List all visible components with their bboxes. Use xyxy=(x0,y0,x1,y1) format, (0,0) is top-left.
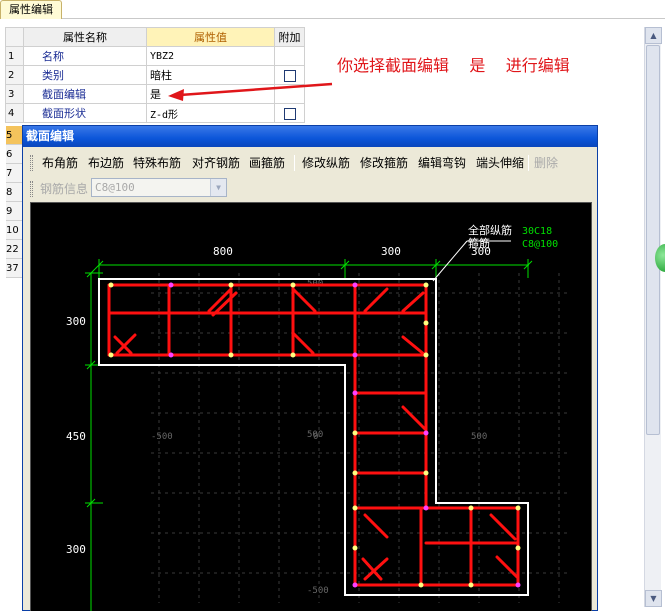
scroll-down-icon[interactable]: ▼ xyxy=(645,590,662,607)
rebar-point xyxy=(352,282,358,288)
rebar-point xyxy=(352,390,358,396)
rebar-segment xyxy=(401,405,427,431)
row-number: 10 xyxy=(6,221,22,240)
modify-long-rebar-button[interactable]: 修改纵筋 xyxy=(302,155,350,171)
rebar-point xyxy=(168,282,174,288)
annotation-arrow-icon xyxy=(168,82,333,101)
rebar-point xyxy=(352,430,358,436)
rebar-point xyxy=(108,282,114,288)
dim-left-2: 450 xyxy=(66,430,86,443)
legend-long-rebar-value: 30C18 xyxy=(522,226,552,237)
dim-left-3: 300 xyxy=(66,543,86,556)
dim-left-1: 300 xyxy=(66,315,86,328)
rebar-segment xyxy=(401,335,427,357)
rebar-segment xyxy=(115,333,137,355)
delete-button[interactable]: 删除 xyxy=(534,155,558,171)
section-drawing[interactable]: 500 500 -500 0 500 -500 800 300 300 300 … xyxy=(31,203,592,611)
rebar-point xyxy=(290,352,296,358)
rebar-point xyxy=(108,352,114,358)
corner-rebar-button[interactable]: 布角筋 xyxy=(42,155,78,171)
rebar-point xyxy=(515,582,521,588)
modify-stirrup-button[interactable]: 修改箍筋 xyxy=(360,155,408,171)
axis-label: -500 xyxy=(307,586,329,596)
rebar-segment xyxy=(489,513,517,541)
dialog-title[interactable]: 截面编辑 xyxy=(23,126,597,147)
rebar-point xyxy=(352,545,358,551)
axis-label: 0 xyxy=(313,432,318,442)
rebar-bar-grip-icon[interactable] xyxy=(30,181,33,197)
row-number: 7 xyxy=(6,164,22,183)
axis-label: -500 xyxy=(151,432,173,442)
edge-rebar-button[interactable]: 布边筋 xyxy=(88,155,124,171)
rebar-info-value: C8@100 xyxy=(95,181,135,194)
rebar-point xyxy=(228,352,234,358)
chevron-down-icon[interactable]: ▼ xyxy=(210,179,226,196)
toolbar-separator xyxy=(528,155,529,171)
row-number: 8 xyxy=(6,183,22,202)
rebar-point xyxy=(352,470,358,476)
rebar-point xyxy=(418,582,424,588)
rebar-info-select[interactable]: C8@100 ▼ xyxy=(91,178,227,197)
dim-top-2: 300 xyxy=(381,245,401,258)
legend-leader-line xyxy=(432,240,468,282)
section-edit-dialog[interactable]: 截面编辑 布角筋 布边筋 特殊布筋 对齐钢筋 画箍筋 修改纵筋 修改箍筋 编辑弯… xyxy=(22,125,598,611)
end-extend-button[interactable]: 端头伸缩 xyxy=(476,155,524,171)
row-number: 6 xyxy=(6,145,22,164)
rebar-segment xyxy=(401,291,425,313)
rebar-segment xyxy=(495,555,519,579)
rebar-point xyxy=(468,505,474,511)
rebar-segment xyxy=(291,331,315,355)
toolbar-separator xyxy=(294,155,295,171)
row-number: 37 xyxy=(6,259,22,278)
legend-stirrup-label: 箍筋 xyxy=(468,236,490,250)
rebar-info-bar: 钢筋信息 C8@100 ▼ xyxy=(28,178,258,198)
rebar-point xyxy=(423,430,429,436)
rebar-point xyxy=(423,470,429,476)
rebar-point xyxy=(423,320,429,326)
rebar-point xyxy=(352,505,358,511)
background-grid xyxy=(151,273,571,603)
rebar-point xyxy=(352,352,358,358)
rebar-segment xyxy=(363,287,389,313)
row-number: 9 xyxy=(6,202,22,221)
rebar-point xyxy=(468,582,474,588)
rebar-info-label: 钢筋信息 xyxy=(40,182,89,196)
special-rebar-button[interactable]: 特殊布筋 xyxy=(133,155,181,171)
rebar-point xyxy=(290,282,296,288)
axis-label: 500 xyxy=(471,432,487,442)
toolbar-grip-icon[interactable] xyxy=(30,155,33,171)
rebar-segment xyxy=(361,557,383,581)
rebar-point xyxy=(515,505,521,511)
rebar-point xyxy=(352,582,358,588)
rebar-segment xyxy=(291,287,317,313)
toolbar: 布角筋 布边筋 特殊布筋 对齐钢筋 画箍筋 修改纵筋 修改箍筋 编辑弯钩 端头伸… xyxy=(28,152,588,174)
align-rebar-button[interactable]: 对齐钢筋 xyxy=(192,155,240,171)
rebar-point xyxy=(515,545,521,551)
rebar-segment xyxy=(363,557,389,581)
dim-top-1: 800 xyxy=(213,245,233,258)
section-drawing-canvas[interactable]: 500 500 -500 0 500 -500 800 300 300 300 … xyxy=(30,202,592,611)
row-number: 22 xyxy=(6,240,22,259)
rebar-point xyxy=(168,352,174,358)
rebar-point xyxy=(228,282,234,288)
legend-stirrup-value: C8@100 xyxy=(522,239,558,250)
draw-stirrup-button[interactable]: 画箍筋 xyxy=(249,155,285,171)
rebar-point xyxy=(423,282,429,288)
rebar-point xyxy=(423,505,429,511)
legend-long-rebar-label: 全部纵筋 xyxy=(468,223,512,237)
rebar-segment xyxy=(363,513,389,539)
edit-hook-button[interactable]: 编辑弯钩 xyxy=(418,155,466,171)
rebar-point xyxy=(423,352,429,358)
